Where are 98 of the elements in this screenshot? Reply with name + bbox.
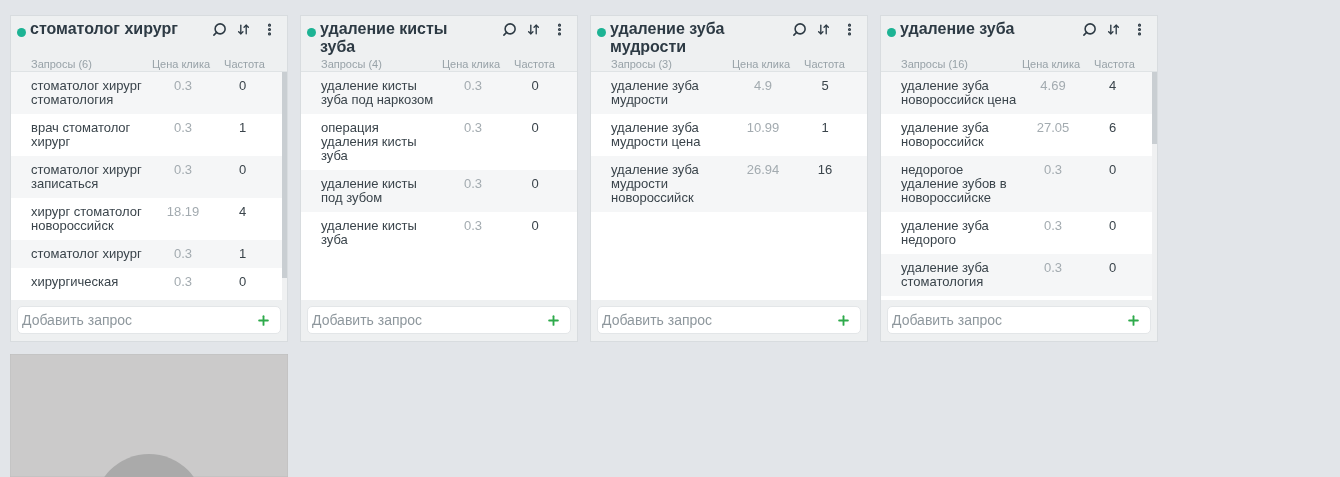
price-value: 26.94 <box>745 163 781 179</box>
query-text: удаление кисты под зубом <box>321 177 418 205</box>
price-value: 0.3 <box>172 247 194 261</box>
price-value: 0.3 <box>462 219 484 235</box>
scrollbar[interactable] <box>282 72 287 300</box>
query-text: хирург стоматолог новороссийск <box>31 205 143 233</box>
query-text: удаление кисты зуба <box>321 219 418 247</box>
add-icon[interactable] <box>546 313 561 328</box>
query-text: удаление зуба мудрости цена <box>611 121 702 149</box>
query-text: стоматолог хирург записаться <box>31 163 143 191</box>
sort-icon[interactable] <box>237 23 250 36</box>
price-value: 18.19 <box>165 205 201 221</box>
query-row[interactable]: удаление зуба стоматология 0.3 0 <box>881 254 1152 296</box>
query-row[interactable]: удаление зуба новороссийск цена 4.69 4 <box>881 72 1152 114</box>
query-text: удаление зуба новороссийск <box>901 121 990 149</box>
frequency-value: 16 <box>816 163 834 179</box>
frequency-value: 0 <box>237 163 248 179</box>
card-title: удаление зуба <box>900 20 1016 38</box>
column-header: Частота <box>1093 57 1136 72</box>
price-value: 4.69 <box>1039 79 1067 95</box>
scrollbar[interactable] <box>1152 72 1157 300</box>
search-icon[interactable] <box>212 22 227 37</box>
search-icon[interactable] <box>502 22 517 37</box>
sort-icon[interactable] <box>817 23 830 36</box>
frequency-value: 0 <box>237 275 248 289</box>
frequency-value: 1 <box>237 247 248 261</box>
query-text: удаление зуба недорого <box>901 219 990 247</box>
card-title: удаление кисты зуба <box>320 20 449 56</box>
query-text: удаление зуба мудрости <box>611 79 700 107</box>
frequency-value: 6 <box>1107 121 1118 137</box>
query-row[interactable]: стоматолог хирург 0.3 1 <box>11 240 282 268</box>
query-text: удаление зуба мудрости новороссийск <box>611 163 700 205</box>
frequency-value: 0 <box>530 121 540 137</box>
price-value: 0.3 <box>172 79 194 95</box>
add-query-field[interactable]: Добавить запрос <box>597 306 861 334</box>
query-text: операция удаления кисты зуба <box>321 121 418 163</box>
column-header: Запросы (3) <box>611 57 673 72</box>
frequency-value: 1 <box>820 121 830 137</box>
query-row[interactable]: недорогое удаление зубов в новороссийске 0.3 0 <box>881 156 1152 212</box>
frequency-value: 0 <box>1107 261 1118 277</box>
column-header: Частота <box>803 57 846 72</box>
column-header: Запросы (16) <box>901 57 969 72</box>
query-row[interactable]: удаление кисты зуба под наркозом 0.3 0 <box>301 72 577 114</box>
add-icon[interactable] <box>1126 313 1141 328</box>
price-value: 10.99 <box>745 121 781 137</box>
query-text: удаление зуба новороссийск цена <box>901 79 1018 107</box>
column-header: Частота <box>223 57 266 72</box>
query-row[interactable]: стоматолог хирург записаться 0.3 0 <box>11 156 282 198</box>
column-header: Цена клика <box>440 57 502 72</box>
add-query-field[interactable]: Добавить запрос <box>17 306 281 334</box>
column-header: Частота <box>513 57 556 72</box>
add-query-field[interactable]: Добавить запрос <box>307 306 571 334</box>
card-title: удаление зуба мудрости <box>610 20 726 56</box>
column-header: Цена клика <box>150 57 212 72</box>
price-value: 0.3 <box>1042 219 1064 235</box>
search-icon[interactable] <box>792 22 807 37</box>
sort-icon[interactable] <box>527 23 540 36</box>
frequency-value: 0 <box>530 79 540 95</box>
frequency-value: 0 <box>530 177 540 193</box>
price-value: 0.3 <box>1042 261 1064 277</box>
query-text: стоматолог хирург стоматология <box>31 79 143 107</box>
price-value: 27.05 <box>1035 121 1071 137</box>
column-header: Запросы (6) <box>31 57 93 72</box>
query-row[interactable]: удаление кисты под зубом 0.3 0 <box>301 170 577 212</box>
frequency-value: 0 <box>237 79 248 95</box>
frequency-value: 5 <box>820 79 830 95</box>
column-header: Запросы (4) <box>321 57 383 72</box>
frequency-value: 1 <box>237 121 248 137</box>
price-value: 0.3 <box>1042 163 1064 179</box>
query-text: недорогое удаление зубов в новороссийске <box>901 163 1008 205</box>
add-query-field[interactable]: Добавить запрос <box>887 306 1151 334</box>
query-text: врач стоматолог хирург <box>31 121 132 149</box>
price-value: 0.3 <box>462 121 484 137</box>
price-value: 0.3 <box>172 163 194 179</box>
price-value: 0.3 <box>462 79 484 95</box>
add-icon[interactable] <box>836 313 851 328</box>
query-text: удаление кисты зуба под наркозом <box>321 79 435 107</box>
frequency-value: 4 <box>1107 79 1118 95</box>
frequency-value: 0 <box>530 219 540 235</box>
sort-icon[interactable] <box>1107 23 1120 36</box>
frequency-value: 0 <box>1107 219 1118 235</box>
search-icon[interactable] <box>1082 22 1097 37</box>
add-icon[interactable] <box>256 313 271 328</box>
frequency-value: 0 <box>1107 163 1118 179</box>
card-title: стоматолог хирург <box>30 20 179 38</box>
column-header: Цена клика <box>1020 57 1082 72</box>
query-row[interactable]: удаление зуба мудрости новороссийск 26.94 16 <box>591 156 867 212</box>
query-row[interactable]: удаление зуба мудрости 4.9 5 <box>591 72 867 114</box>
price-value: 4.9 <box>752 79 774 95</box>
column-header: Цена клика <box>730 57 792 72</box>
price-value: 0.3 <box>172 121 194 137</box>
query-text: удаление зуба стоматология <box>901 261 990 289</box>
query-row[interactable]: стоматолог хирург стоматология 0.3 0 <box>11 72 282 114</box>
price-value: 0.3 <box>172 275 194 289</box>
frequency-value: 4 <box>237 205 248 221</box>
query-text: стоматолог хирург <box>31 247 143 261</box>
query-text: хирургическая <box>31 275 120 289</box>
price-value: 0.3 <box>462 177 484 193</box>
